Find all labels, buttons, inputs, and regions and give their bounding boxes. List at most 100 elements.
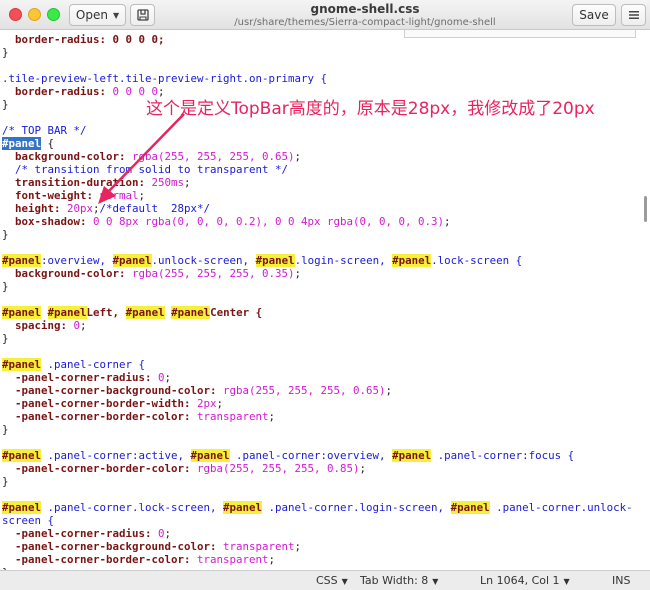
cursor-position-selector[interactable]: Ln 1064, Col 1 ▼ [480,574,570,587]
code-token: -panel-corner-background-color: [2,384,224,397]
code-token: } [2,475,9,488]
hamburger-menu-icon [628,11,639,19]
code-token: ; [268,553,276,566]
code-token: height: [2,202,68,215]
language-selector[interactable]: CSS ▼ [316,574,348,587]
code-token: #panel [450,501,490,514]
code-token: background-color: [2,150,133,163]
code-line: screen { [2,514,54,527]
code-line: } [2,280,9,293]
window-subtitle: /usr/share/themes/Sierra-compact-light/g… [234,17,496,28]
code-token: screen { [2,514,55,527]
new-document-icon [136,9,149,21]
code-line: -panel-corner-radius: 0; [2,371,171,384]
code-line: .tile-preview-left.tile-preview-right.on… [2,72,327,85]
code-token: rgba(255, 255, 255, 0.65) [132,150,295,163]
code-token: ; [138,189,146,202]
code-token: ; [216,397,224,410]
code-line: -panel-corner-border-width: 2px; [2,397,223,410]
code-token: .tile-preview-left.tile-preview-right.on… [2,72,328,85]
code-token: #panel [2,449,42,462]
window-maximize-button[interactable] [47,8,60,21]
code-line: } [2,98,9,111]
code-token: { [41,137,55,150]
code-token: spacing: [2,319,74,332]
code-line: } [2,332,9,345]
code-token: transition-duration: [2,176,152,189]
annotation-text: 这个是定义TopBar高度的，原本是28px，我修改成了20px [146,99,595,119]
code-token: ; [444,215,451,228]
code-token: ; [294,267,302,280]
code-line: -panel-corner-radius: 0; [2,527,171,540]
code-line: border-radius: 0 0 0 0; [2,33,165,46]
code-token: #panel [223,501,263,514]
code-line: spacing: 0; [2,319,87,332]
code-token: #panel [255,254,295,267]
code-token: rgba(255, 255, 255, 0.65) [223,384,386,397]
chevron-down-icon: ▼ [563,577,570,586]
code-line: } [2,228,9,241]
code-token: ; [385,384,393,397]
code-token: 20px [67,202,94,215]
code-token: ; [80,319,87,332]
open-button[interactable]: Open ▼ [69,4,126,26]
code-token: :overview, [41,254,113,267]
code-line: -panel-corner-background-color: rgba(255… [2,384,392,397]
code-token: .login-screen, [294,254,393,267]
code-token: /* TOP BAR */ [2,124,87,137]
code-token: box-shadow: [2,215,94,228]
code-line: border-radius: 0 0 0 0; [2,85,165,98]
code-token: } [2,423,9,436]
code-token: #panel [392,449,432,462]
code-line: -panel-corner-border-color: rgba(255, 25… [2,462,366,475]
code-token: ; [268,410,276,423]
code-token: #panel [2,137,42,150]
code-token: #panel [125,306,165,319]
code-line: #panel .panel-corner.lock-screen, #panel… [2,501,633,514]
code-token: } [2,46,9,59]
code-token: ; [294,150,302,163]
code-token: border-radius: 0 0 0 0; [2,33,165,46]
language-label: CSS [316,574,338,587]
code-line: background-color: rgba(255, 255, 255, 0.… [2,150,301,163]
code-token: ; [294,540,302,553]
tab-width-label: Tab Width: 8 [360,574,429,587]
code-token: .panel-corner:active, [41,449,191,462]
code-token: Left, [86,306,126,319]
code-line: -panel-corner-border-color: transparent; [2,553,275,566]
code-line: #panel .panel-corner:active, #panel .pan… [2,449,574,462]
code-line: #panel .panel-corner { [2,358,145,371]
code-token: #panel [392,254,432,267]
chevron-down-icon: ▼ [432,577,439,586]
vertical-scrollbar-thumb[interactable] [644,196,647,222]
hamburger-menu-button[interactable] [621,4,646,26]
window-close-button[interactable] [9,8,22,21]
code-token: #panel [47,306,87,319]
save-button[interactable]: Save [572,4,616,26]
code-token: normal [99,189,139,202]
code-line: /* transition from solid to transparent … [2,163,288,176]
code-line: background-color: rgba(255, 255, 255, 0.… [2,267,301,280]
code-token: transparent [197,410,269,423]
code-token: -panel-corner-border-color: [2,553,198,566]
code-token: } [2,332,9,345]
window-minimize-button[interactable] [28,8,41,21]
code-token: #panel [112,254,152,267]
code-token: 250ms [151,176,185,189]
code-line: box-shadow: 0 0 8px rgba(0, 0, 0, 0.2), … [2,215,451,228]
code-token: } [2,280,9,293]
code-line: -panel-corner-background-color: transpar… [2,540,301,553]
code-token: ; [359,462,367,475]
new-document-button[interactable] [130,4,155,26]
code-token: background-color: [2,267,133,280]
code-token: #panel [2,306,42,319]
code-token: 2px [197,397,217,410]
code-token: #panel [2,501,42,514]
chevron-down-icon: ▼ [341,577,348,586]
tab-width-selector[interactable]: Tab Width: 8 ▼ [360,574,438,587]
code-token: #panel [190,449,230,462]
code-token: .lock-screen { [431,254,523,267]
code-token: -panel-corner-radius: [2,527,159,540]
code-token: .panel-corner.unlock- [489,501,633,514]
